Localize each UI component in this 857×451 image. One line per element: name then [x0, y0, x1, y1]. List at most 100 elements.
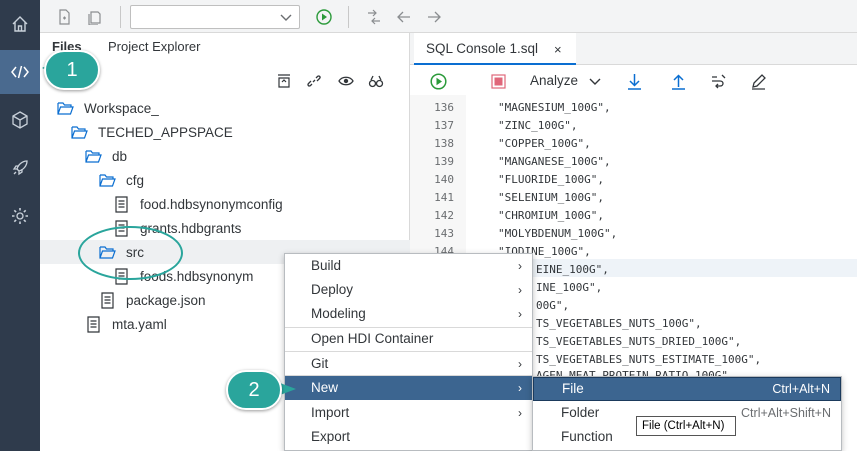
chevron-down-icon	[589, 78, 601, 85]
code-line: "MAGNESIUM_100G",	[498, 101, 611, 114]
folder-open-icon	[84, 147, 102, 165]
menu-item-deploy[interactable]: Deploy ›	[285, 278, 532, 302]
menu-item-label: Deploy	[311, 282, 354, 297]
submenu-arrow-icon: ›	[518, 307, 522, 321]
submenu-arrow-icon: ›	[518, 381, 522, 395]
menu-item-import[interactable]: Import ›	[285, 401, 532, 425]
folder-open-icon	[56, 99, 74, 117]
line-number: 138	[434, 137, 454, 150]
close-icon[interactable]: ×	[554, 42, 562, 57]
tree-item-label: TECHED_APPSPACE	[98, 124, 233, 140]
search-button[interactable]	[366, 71, 386, 91]
document-icon	[112, 195, 130, 213]
line-number: 143	[434, 227, 454, 240]
format-button[interactable]	[708, 71, 728, 91]
new-file-button[interactable]	[54, 7, 74, 27]
menu-item-label: New	[311, 380, 339, 395]
menu-item-label: Import	[311, 405, 350, 420]
activity-home[interactable]	[0, 2, 40, 46]
tree-item-db[interactable]: db	[40, 144, 410, 168]
code-line: "MOLYBDENUM_100G",	[498, 227, 618, 240]
code-icon	[11, 65, 29, 79]
context-menu: Build › Deploy › Modeling › Open HDI Con…	[284, 253, 533, 451]
code-line: "MANGANESE_100G",	[498, 155, 611, 168]
submenu-item-label: Folder	[561, 405, 600, 420]
stop-button[interactable]	[488, 71, 508, 91]
tab-project-explorer[interactable]: Project Explorer	[108, 39, 200, 54]
compare-button[interactable]	[364, 7, 384, 27]
submenu-arrow-icon: ›	[518, 406, 522, 420]
callout-2: 2	[226, 370, 282, 410]
code-line: "COPPER_100G",	[498, 137, 591, 150]
document-icon	[84, 315, 102, 333]
code-line: "CHROMIUM_100G",	[498, 209, 604, 222]
activity-deploy[interactable]	[0, 146, 40, 190]
menu-item-label: Export	[311, 429, 351, 444]
chevron-down-icon	[280, 14, 292, 21]
activity-bar	[0, 0, 40, 451]
submenu-item-label: Function	[561, 429, 613, 444]
binoculars-icon	[368, 75, 384, 88]
navigate-back-button[interactable]	[394, 7, 414, 27]
menu-item-modeling[interactable]: Modeling ›	[285, 302, 532, 326]
line-number: 140	[434, 173, 454, 186]
download-button[interactable]	[624, 71, 644, 91]
line-number: 139	[434, 155, 454, 168]
activity-development[interactable]	[0, 50, 40, 94]
collapse-all-button[interactable]	[274, 71, 294, 91]
code-line: TS_VEGETABLES_NUTS_ESTIMATE_100G",	[536, 353, 762, 366]
menu-item-new[interactable]: New ›	[285, 376, 532, 400]
play-circle-icon	[316, 9, 332, 25]
tooltip: File (Ctrl+Alt+N)	[636, 416, 736, 436]
tree-item-teched-appspace[interactable]: TECHED_APPSPACE	[40, 120, 410, 144]
menu-item-export[interactable]: Export	[285, 425, 532, 449]
tree-item-cfg[interactable]: cfg	[40, 168, 410, 192]
document-icon	[98, 291, 116, 309]
rocket-icon	[12, 160, 28, 176]
code-line: "ZINC_100G",	[498, 119, 578, 132]
run-configuration-select[interactable]	[130, 5, 300, 29]
arrow-right-icon	[428, 11, 441, 23]
activity-settings[interactable]	[0, 194, 40, 238]
submenu-item-file[interactable]: File Ctrl+Alt+N	[533, 377, 841, 401]
tab-sql-console[interactable]: SQL Console 1.sql ×	[414, 33, 576, 65]
code-line: EINE_100G",	[536, 263, 609, 276]
tree-item-workspace[interactable]: Workspace_	[40, 96, 410, 120]
run-button[interactable]	[314, 7, 334, 27]
tree-item-label: mta.yaml	[112, 316, 167, 332]
cube-icon	[12, 111, 28, 129]
link-with-editor-button[interactable]	[304, 71, 324, 91]
editor-tabs: SQL Console 1.sql ×	[410, 33, 857, 65]
menu-item-git[interactable]: Git ›	[285, 352, 532, 376]
tree-item-label: cfg	[126, 172, 145, 188]
tree-item-label: food.hdbsynonymconfig	[140, 196, 283, 212]
line-number: 141	[434, 191, 454, 204]
callout-1: 1	[44, 50, 100, 90]
submenu-arrow-icon: ›	[518, 357, 522, 371]
menu-item-open-hdi-container[interactable]: Open HDI Container	[285, 327, 532, 351]
code-line: TS_VEGETABLES_NUTS_DRIED_100G",	[536, 335, 742, 348]
menu-item-label: Modeling	[311, 306, 366, 321]
navigate-forward-button[interactable]	[424, 7, 444, 27]
editor-tab-label: SQL Console 1.sql	[426, 41, 539, 56]
top-toolbar	[40, 0, 857, 33]
menu-item-label: Git	[311, 356, 329, 371]
tree-item-label: Workspace_	[84, 100, 159, 116]
analyze-menu[interactable]: Analyze	[530, 73, 578, 88]
gear-icon	[12, 208, 28, 224]
line-number: 142	[434, 209, 454, 222]
src-highlight-oval	[78, 226, 183, 280]
upload-button[interactable]	[668, 71, 688, 91]
new-file-icon	[59, 9, 70, 25]
home-icon	[12, 16, 28, 32]
save-all-button[interactable]	[84, 7, 104, 27]
menu-item-build[interactable]: Build ›	[285, 254, 532, 278]
activity-database-explorer[interactable]	[0, 98, 40, 142]
folder-open-icon	[98, 171, 116, 189]
tree-item-label: package.json	[126, 292, 206, 308]
show-hidden-button[interactable]	[336, 71, 356, 91]
tree-item-food-hdbsynonymconfig[interactable]: food.hdbsynonymconfig	[40, 192, 410, 216]
edit-button[interactable]	[748, 71, 768, 91]
editor-toolbar: Analyze	[410, 65, 857, 95]
execute-button[interactable]	[428, 71, 448, 91]
